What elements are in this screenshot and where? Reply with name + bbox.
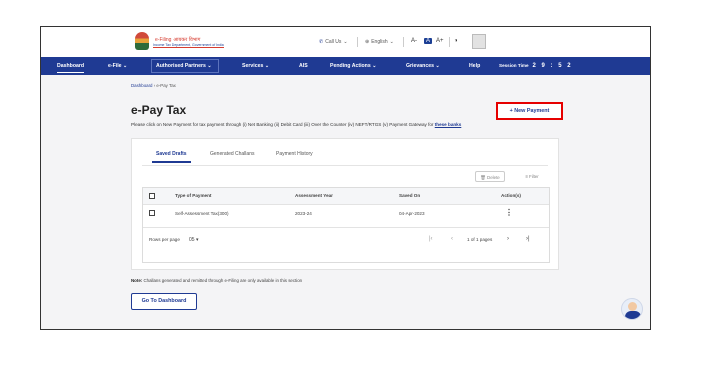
logo-title: e-Filing आयकर विभाग — [155, 36, 201, 43]
font-decrease-button[interactable]: A- — [411, 38, 417, 44]
chevron-down-icon: ⌄ — [343, 39, 348, 45]
browser-frame: e-Filing आयकर विभाग Income Tax Department… — [40, 26, 651, 330]
nav-pending-actions[interactable]: Pending Actions ⌄ — [330, 57, 377, 75]
new-payment-button[interactable]: + New Payment — [496, 102, 563, 120]
drafts-table: Type of Payment Assessment Year Saved On… — [142, 187, 550, 263]
tab-generated-challans[interactable]: Generated Challans — [210, 151, 254, 157]
select-all-checkbox[interactable] — [149, 193, 155, 199]
chevron-down-icon: ⌄ — [435, 63, 440, 69]
emblem-icon — [135, 32, 149, 50]
phone-icon: ✆ — [319, 39, 324, 45]
these-banks-link[interactable]: these banks — [435, 122, 462, 127]
go-to-dashboard-button[interactable]: Go To Dashboard — [131, 293, 197, 310]
tab-saved-drafts[interactable]: Saved Drafts — [152, 151, 191, 163]
trash-icon: 🗑 — [480, 175, 486, 180]
chevron-down-icon: ⌄ — [123, 63, 128, 69]
cell-saved-on: 04-Apr-2023 — [399, 211, 425, 216]
contrast-icon[interactable]: ◑ — [454, 38, 458, 44]
call-us-link[interactable]: ✆ Call Us ⌄ — [319, 39, 348, 45]
delete-button[interactable]: 🗑 Delete — [475, 171, 505, 182]
rows-per-page-label: Rows per page — [149, 237, 180, 242]
nav-authorised-partners[interactable]: Authorised Partners ⌄ — [156, 57, 212, 75]
logo-subtitle: Income Tax Department, Government of Ind… — [153, 42, 224, 49]
col-type-of-payment: Type of Payment — [175, 193, 212, 198]
breadcrumb-current: e-Pay Tax — [156, 83, 176, 88]
font-normal-button[interactable]: A — [424, 38, 433, 44]
note-text: Note: Challans generated and remitted th… — [131, 278, 303, 283]
next-page-icon[interactable]: › — [507, 236, 509, 242]
efiling-logo[interactable]: e-Filing आयकर विभाग Income Tax Department… — [135, 32, 224, 50]
session-timer: Session Time 2 9 : 5 2 — [499, 63, 573, 69]
breadcrumb: Dashboard › e-Pay Tax — [131, 83, 176, 88]
breadcrumb-dashboard[interactable]: Dashboard — [131, 83, 152, 88]
font-increase-button[interactable]: A+ — [436, 38, 444, 44]
table-header: Type of Payment Assessment Year Saved On… — [143, 188, 549, 205]
col-assessment-year: Assessment Year — [295, 193, 333, 198]
first-page-icon[interactable]: |‹ — [429, 236, 433, 242]
row-actions-menu-icon[interactable]: ⋮ — [505, 208, 513, 217]
tab-payment-history[interactable]: Payment History — [276, 151, 313, 157]
language-selector[interactable]: ⊕ English ⌄ — [365, 39, 394, 45]
last-page-icon[interactable]: ›| — [526, 236, 530, 242]
nav-ais[interactable]: AIS — [299, 57, 308, 75]
chevron-down-icon: ⌄ — [372, 63, 377, 69]
nav-efile[interactable]: e-File ⌄ — [108, 57, 127, 75]
nav-grievances[interactable]: Grievances ⌄ — [406, 57, 440, 75]
filter-button[interactable]: ≡ Filter — [519, 171, 545, 182]
row-checkbox[interactable] — [149, 210, 155, 216]
page-info: 1 of 1 pages — [467, 237, 493, 242]
cell-type: Self-Assessment Tax(300) — [175, 211, 229, 216]
page-description: Please click on New Payment for tax paym… — [131, 122, 462, 127]
page-title: e-Pay Tax — [131, 103, 187, 117]
prev-page-icon[interactable]: ‹ — [451, 236, 453, 242]
globe-icon: ⊕ — [365, 39, 370, 45]
chevron-down-icon: ⌄ — [207, 63, 212, 69]
main-navbar: Dashboard e-File ⌄ Authorised Partners ⌄… — [41, 57, 650, 75]
nav-dashboard[interactable]: Dashboard — [57, 57, 85, 75]
chatbot-avatar-icon[interactable] — [621, 298, 643, 320]
nav-services[interactable]: Services ⌄ — [242, 57, 269, 75]
col-actions: Action(s) — [501, 193, 521, 198]
payments-card: Saved Drafts Generated Challans Payment … — [131, 138, 559, 270]
top-header: e-Filing आयकर विभाग Income Tax Department… — [41, 27, 650, 57]
filter-icon: ≡ — [525, 174, 528, 179]
rows-per-page-select[interactable]: 05 ▾ — [189, 237, 198, 243]
col-saved-on: Saved On — [399, 193, 421, 198]
cell-year: 2023-24 — [295, 211, 312, 216]
profile-avatar[interactable] — [472, 34, 486, 49]
nav-help[interactable]: Help — [469, 57, 480, 75]
caret-down-icon: ▾ — [195, 237, 199, 243]
chevron-down-icon: ⌄ — [389, 39, 394, 45]
chevron-down-icon: ⌄ — [264, 63, 270, 69]
